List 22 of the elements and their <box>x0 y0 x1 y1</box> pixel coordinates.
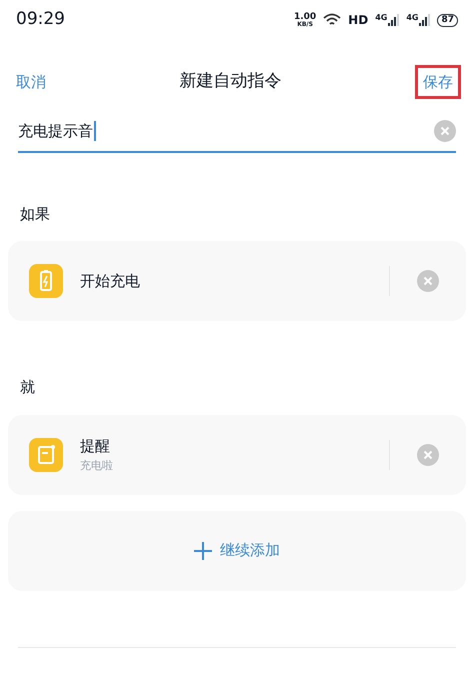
page-title: 新建自动指令 <box>180 70 282 94</box>
name-input-field[interactable]: 充电提示音 <box>18 120 456 152</box>
battery-level: 87 <box>437 14 458 26</box>
action-title: 开始充电 <box>80 270 141 292</box>
battery-icon <box>29 264 63 298</box>
note-icon <box>29 438 63 472</box>
network-speed: 1.00 <box>294 12 316 22</box>
wifi-icon <box>323 13 342 27</box>
action-card[interactable]: 提醒 充电啦 <box>8 414 466 494</box>
action-title: 提醒 <box>80 436 111 457</box>
plus-icon <box>194 542 212 560</box>
action-subtitle: 充电啦 <box>80 458 114 474</box>
save-button[interactable]: 保存 <box>415 64 461 100</box>
remove-icon[interactable] <box>417 270 439 292</box>
cancel-button[interactable]: 取消 <box>16 70 46 94</box>
hd-label: HD <box>348 12 368 29</box>
status-time: 09:29 <box>16 8 65 32</box>
section-heading: 如果 <box>20 204 51 224</box>
clear-icon[interactable] <box>434 120 456 142</box>
remove-icon[interactable] <box>417 444 439 466</box>
action-card[interactable]: 开始充电 <box>8 241 466 321</box>
section-heading: 就 <box>20 377 36 398</box>
